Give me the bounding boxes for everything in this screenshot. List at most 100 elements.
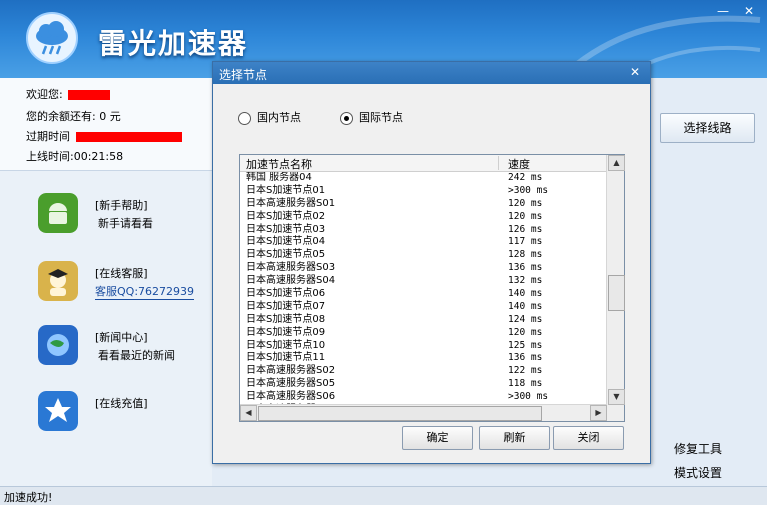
- app-logo-cloud-icon: [26, 12, 78, 64]
- dialog-titlebar[interactable]: 选择节点 ✕: [213, 62, 650, 84]
- node-speed: 140 ms: [508, 288, 543, 300]
- node-name: 日本高速服务器S04: [246, 275, 336, 287]
- node-speed: 132 ms: [508, 275, 543, 287]
- repair-tools-button[interactable]: 修复工具: [674, 438, 754, 460]
- menu-item-news[interactable]: [新闻中心] 看看最近的新闻: [38, 325, 198, 373]
- scroll-down-icon[interactable]: ▼: [608, 389, 625, 405]
- list-header: 加速节点名称 速度: [240, 155, 606, 172]
- column-header-speed[interactable]: 速度: [508, 156, 530, 172]
- scroll-thumb[interactable]: [608, 275, 625, 311]
- menu-sub-help: 新手请看看: [98, 217, 153, 230]
- online-time-label: 上线时间:: [26, 150, 74, 163]
- scroll-up-icon[interactable]: ▲: [608, 155, 625, 171]
- node-name: 韩国 服务器04: [246, 172, 312, 183]
- node-name: 日本S加速节点02: [246, 210, 326, 222]
- scroll-left-icon[interactable]: ◀: [240, 405, 257, 421]
- menu-title-support: [在线客服]: [95, 267, 148, 280]
- node-speed: 122 ms: [508, 365, 543, 377]
- table-row[interactable]: 日本S加速节点10 125 ms: [240, 340, 606, 353]
- mode-settings-button[interactable]: 模式设置: [674, 462, 754, 484]
- table-row[interactable]: 日本S加速节点04 117 ms: [240, 236, 606, 249]
- list-rows: 韩国 服务器04 242 ms 日本S加速节点01 >300 ms 日本高速服务器S01…: [240, 172, 606, 405]
- android-icon: [38, 193, 78, 233]
- node-speed: 242 ms: [508, 172, 543, 183]
- node-name: 日本S加速节点05: [246, 249, 326, 261]
- hscroll-thumb[interactable]: [258, 406, 542, 421]
- app-title: 雷光加速器: [98, 27, 249, 60]
- node-name: 日本S加速节点07: [246, 300, 326, 312]
- radio-domestic-label: 国内节点: [257, 111, 301, 124]
- node-name: 日本高速服务器S06: [246, 391, 336, 403]
- node-speed: 117 ms: [508, 236, 543, 248]
- node-name: 日本S加速节点01: [246, 184, 326, 196]
- menu-sub-news: 看看最近的新闻: [98, 349, 175, 362]
- node-speed: 126 ms: [508, 223, 543, 235]
- select-node-dialog: 选择节点 ✕ 国内节点 国际节点 加速节点名称 速度 韩国 服务器04 242 m…: [212, 61, 651, 464]
- table-row[interactable]: 日本高速服务器S01 120 ms: [240, 198, 606, 211]
- table-row[interactable]: 日本S加速节点07 140 ms: [240, 301, 606, 314]
- table-row[interactable]: 日本S加速节点11 136 ms: [240, 352, 606, 365]
- radio-domestic-dot[interactable]: [238, 111, 251, 125]
- table-row[interactable]: 日本S加速节点08 124 ms: [240, 314, 606, 327]
- radio-international-dot[interactable]: [340, 111, 353, 125]
- table-row[interactable]: 日本S加速节点06 140 ms: [240, 288, 606, 301]
- node-speed: >300 ms: [508, 184, 549, 196]
- star-icon: [38, 391, 78, 431]
- menu-item-help[interactable]: [新手帮助] 新手请看看: [38, 193, 198, 241]
- radio-domestic[interactable]: 国内节点: [238, 109, 301, 125]
- node-name: 日本S加速节点08: [246, 313, 326, 325]
- redacted-expire-time: [75, 132, 182, 142]
- node-name: 日本S加速节点10: [246, 339, 326, 351]
- table-row[interactable]: 日本高速服务器S03 136 ms: [240, 262, 606, 275]
- node-speed: 125 ms: [508, 339, 543, 351]
- table-row[interactable]: 日本高速服务器S06 >300 ms: [240, 391, 606, 404]
- node-name: 日本高速服务器S05: [246, 378, 336, 390]
- refresh-button[interactable]: 刷新: [479, 426, 550, 450]
- scroll-right-icon[interactable]: ▶: [590, 405, 607, 421]
- table-row[interactable]: 日本高速服务器S05 118 ms: [240, 378, 606, 391]
- left-panel: 欢迎您: 您的余额还有: 0 元 过期时间 上线时间:00:21:58 [新手帮…: [0, 78, 212, 486]
- table-row[interactable]: 日本S加速节点02 120 ms: [240, 211, 606, 224]
- user-info-panel: 欢迎您: 您的余额还有: 0 元 过期时间 上线时间:00:21:58: [0, 78, 212, 171]
- status-bar: 加速成功!: [0, 486, 767, 505]
- node-name: 日本S加速节点06: [246, 288, 326, 300]
- close-button[interactable]: 关闭: [553, 426, 624, 450]
- table-row[interactable]: 日本S加速节点03 126 ms: [240, 224, 606, 237]
- node-name: 日本S加速节点04: [246, 236, 326, 248]
- menu-item-support[interactable]: [在线客服] 客服QQ:76272939: [38, 261, 198, 309]
- support-agent-icon: [38, 261, 78, 301]
- vertical-scrollbar[interactable]: ▲ ▼: [606, 155, 625, 405]
- menu-item-recharge[interactable]: [在线充值]: [38, 391, 198, 439]
- node-speed: 140 ms: [508, 300, 543, 312]
- node-name: 日本高速服务器S03: [246, 262, 336, 274]
- menu-title-help: [新手帮助]: [95, 199, 148, 212]
- node-speed: 120 ms: [508, 326, 543, 338]
- node-speed: >300 ms: [508, 391, 549, 403]
- select-route-button[interactable]: 选择线路: [660, 113, 755, 143]
- table-row[interactable]: 日本S加速节点05 128 ms: [240, 249, 606, 262]
- table-row[interactable]: 韩国 服务器04 242 ms: [240, 172, 606, 185]
- dialog-body: 国内节点 国际节点 加速节点名称 速度 韩国 服务器04 242 ms 日本S加速节…: [213, 84, 650, 463]
- horizontal-scrollbar[interactable]: ◀ ▶: [240, 404, 607, 421]
- support-qq-link[interactable]: 客服QQ:76272939: [95, 283, 195, 300]
- dialog-close-icon[interactable]: ✕: [626, 64, 644, 80]
- node-speed: 120 ms: [508, 197, 543, 209]
- table-row[interactable]: 日本S加速节点09 120 ms: [240, 327, 606, 340]
- minimize-icon[interactable]: —: [714, 4, 732, 18]
- table-row[interactable]: 日本S加速节点01 >300 ms: [240, 185, 606, 198]
- globe-news-icon: [38, 325, 78, 365]
- node-name: 日本高速服务器S01: [246, 197, 336, 209]
- node-speed: 128 ms: [508, 249, 543, 261]
- node-speed: 120 ms: [508, 210, 543, 222]
- radio-international[interactable]: 国际节点: [340, 109, 403, 125]
- column-header-name[interactable]: 加速节点名称: [246, 156, 499, 171]
- close-window-icon[interactable]: ✕: [740, 4, 758, 18]
- scroll-corner: [607, 405, 624, 421]
- status-text: 加速成功!: [4, 491, 53, 504]
- node-list[interactable]: 加速节点名称 速度 韩国 服务器04 242 ms 日本S加速节点01 >300 ms…: [239, 154, 625, 422]
- redacted-username: [68, 90, 111, 100]
- table-row[interactable]: 日本高速服务器S02 122 ms: [240, 365, 606, 378]
- table-row[interactable]: 日本高速服务器S04 132 ms: [240, 275, 606, 288]
- ok-button[interactable]: 确定: [402, 426, 473, 450]
- online-time-value: 00:21:58: [73, 150, 124, 163]
